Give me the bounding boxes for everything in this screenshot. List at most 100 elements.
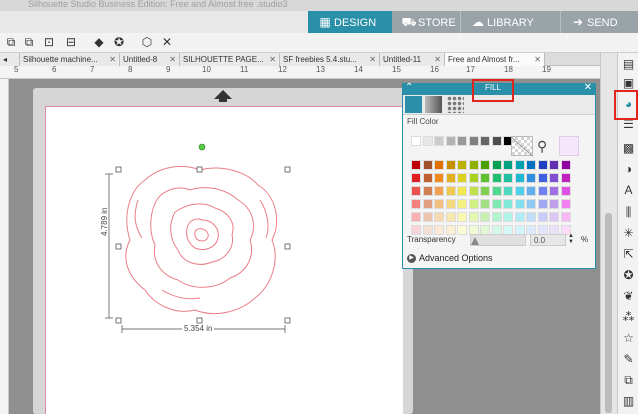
advanced-options[interactable]: ▶ Advanced Options	[407, 253, 493, 264]
transform-icon[interactable]: ✳	[620, 225, 637, 242]
tab-library[interactable]: ☁ LIBRARY	[460, 11, 560, 33]
selection-handle[interactable]	[115, 243, 122, 250]
color-swatch[interactable]	[560, 160, 571, 170]
color-swatch[interactable]	[480, 160, 490, 170]
doc-tab-active[interactable]: Free and Almost fr... ✕	[445, 53, 545, 66]
color-swatch[interactable]	[445, 212, 456, 222]
color-swatch[interactable]	[537, 160, 548, 170]
text-style-icon[interactable]: A	[620, 182, 637, 199]
align-icon[interactable]: ⫼	[620, 204, 637, 221]
eyedropper-icon[interactable]: ⚲	[537, 138, 547, 155]
grey-swatch[interactable]	[422, 136, 433, 146]
tab-send[interactable]: ➜ SEND	[560, 11, 638, 33]
doc-tab[interactable]: SF freebies 5.4.stu... ✕	[280, 53, 380, 66]
group-icon[interactable]: ⧉	[2, 34, 20, 51]
close-icon[interactable]: ✕	[534, 53, 541, 66]
trace-icon[interactable]: ❦	[620, 288, 637, 305]
layers-icon[interactable]: ⧉	[620, 372, 637, 389]
selection-handle[interactable]	[196, 317, 203, 324]
custom-color-swatch[interactable]	[559, 136, 579, 156]
selection-handle[interactable]	[196, 166, 203, 173]
color-swatch[interactable]	[480, 173, 490, 183]
grey-swatch[interactable]	[457, 136, 467, 146]
delete-icon[interactable]: ✕	[158, 34, 176, 51]
shadow-icon[interactable]: ◑	[620, 161, 637, 178]
color-swatch[interactable]	[434, 186, 444, 196]
grey-swatch[interactable]	[445, 136, 456, 146]
color-swatch[interactable]	[514, 212, 525, 222]
color-swatch[interactable]	[434, 212, 444, 222]
color-swatch[interactable]	[445, 225, 456, 235]
color-swatch[interactable]	[457, 212, 467, 222]
color-swatch[interactable]	[537, 186, 548, 196]
grey-swatch[interactable]	[468, 136, 479, 146]
replicate-icon[interactable]: ⇱	[620, 246, 637, 263]
doc-tab[interactable]: SILHOUETTE PAGE... ✕	[180, 53, 280, 66]
color-swatch[interactable]	[445, 173, 456, 183]
color-swatch[interactable]	[503, 186, 513, 196]
color-swatch[interactable]	[422, 160, 433, 170]
color-swatch[interactable]	[434, 160, 444, 170]
color-swatch[interactable]	[526, 186, 536, 196]
color-swatch[interactable]	[457, 173, 467, 183]
ungroup-icon[interactable]: ⧉	[20, 34, 38, 51]
make-compound-icon[interactable]: ⊡	[40, 34, 58, 51]
selection-handle[interactable]	[284, 243, 291, 250]
color-swatch[interactable]	[457, 160, 467, 170]
transparency-slider[interactable]	[470, 234, 526, 246]
color-swatch[interactable]	[445, 160, 456, 170]
close-icon[interactable]: ✕	[584, 82, 592, 93]
color-swatch[interactable]	[549, 186, 559, 196]
rhinestone-icon[interactable]: ⁂	[620, 309, 637, 326]
close-icon[interactable]: ✕	[369, 53, 376, 66]
color-swatch[interactable]	[526, 199, 536, 209]
color-swatch[interactable]	[514, 186, 525, 196]
close-icon[interactable]: ✕	[269, 53, 276, 66]
release-compound-icon[interactable]: ⊟	[62, 34, 80, 51]
color-swatch[interactable]	[537, 212, 548, 222]
tab-store[interactable]: ⛟STORE	[392, 11, 460, 33]
color-swatch[interactable]	[468, 173, 479, 183]
color-swatch[interactable]	[549, 199, 559, 209]
fill-pattern-tab[interactable]	[447, 96, 464, 113]
slider-knob[interactable]	[471, 237, 479, 245]
color-swatch[interactable]	[526, 173, 536, 183]
color-swatch[interactable]	[491, 160, 502, 170]
color-swatch[interactable]	[503, 160, 513, 170]
grey-swatch[interactable]	[411, 136, 421, 146]
grey-swatch[interactable]	[434, 136, 444, 146]
color-swatch[interactable]	[560, 186, 571, 196]
color-swatch[interactable]	[411, 199, 421, 209]
color-swatch[interactable]	[503, 212, 513, 222]
color-swatch[interactable]	[468, 212, 479, 222]
color-swatch[interactable]	[491, 199, 502, 209]
color-swatch[interactable]	[480, 199, 490, 209]
color-swatch[interactable]	[503, 199, 513, 209]
selection-handle[interactable]	[115, 317, 122, 324]
color-swatch[interactable]	[549, 212, 559, 222]
color-swatch[interactable]	[560, 173, 571, 183]
star-icon[interactable]: ✪	[110, 34, 128, 51]
no-fill-swatch[interactable]	[511, 136, 533, 156]
color-swatch[interactable]	[514, 173, 525, 183]
fill-solid-tab[interactable]	[405, 96, 422, 113]
library-icon[interactable]: ▥	[620, 393, 637, 410]
color-swatch[interactable]	[560, 199, 571, 209]
color-swatch[interactable]	[526, 212, 536, 222]
selection-handle[interactable]	[284, 317, 291, 324]
color-swatch[interactable]	[411, 160, 421, 170]
color-swatch[interactable]	[537, 199, 548, 209]
cube-icon[interactable]: ⬡	[138, 34, 156, 51]
doc-tab[interactable]: Silhouette machine... ✕	[20, 53, 120, 66]
color-swatch[interactable]	[434, 173, 444, 183]
offset-star-icon[interactable]: ✪	[620, 267, 637, 284]
color-swatch[interactable]	[457, 225, 467, 235]
color-swatch[interactable]	[549, 160, 559, 170]
transparency-input[interactable]: 0.0	[530, 234, 566, 246]
color-swatch[interactable]	[491, 173, 502, 183]
page-setup-icon[interactable]: ▤	[620, 56, 637, 73]
color-swatch[interactable]	[422, 173, 433, 183]
color-swatch[interactable]	[491, 212, 502, 222]
rose-artwork[interactable]	[100, 140, 300, 340]
color-swatch[interactable]	[411, 225, 421, 235]
